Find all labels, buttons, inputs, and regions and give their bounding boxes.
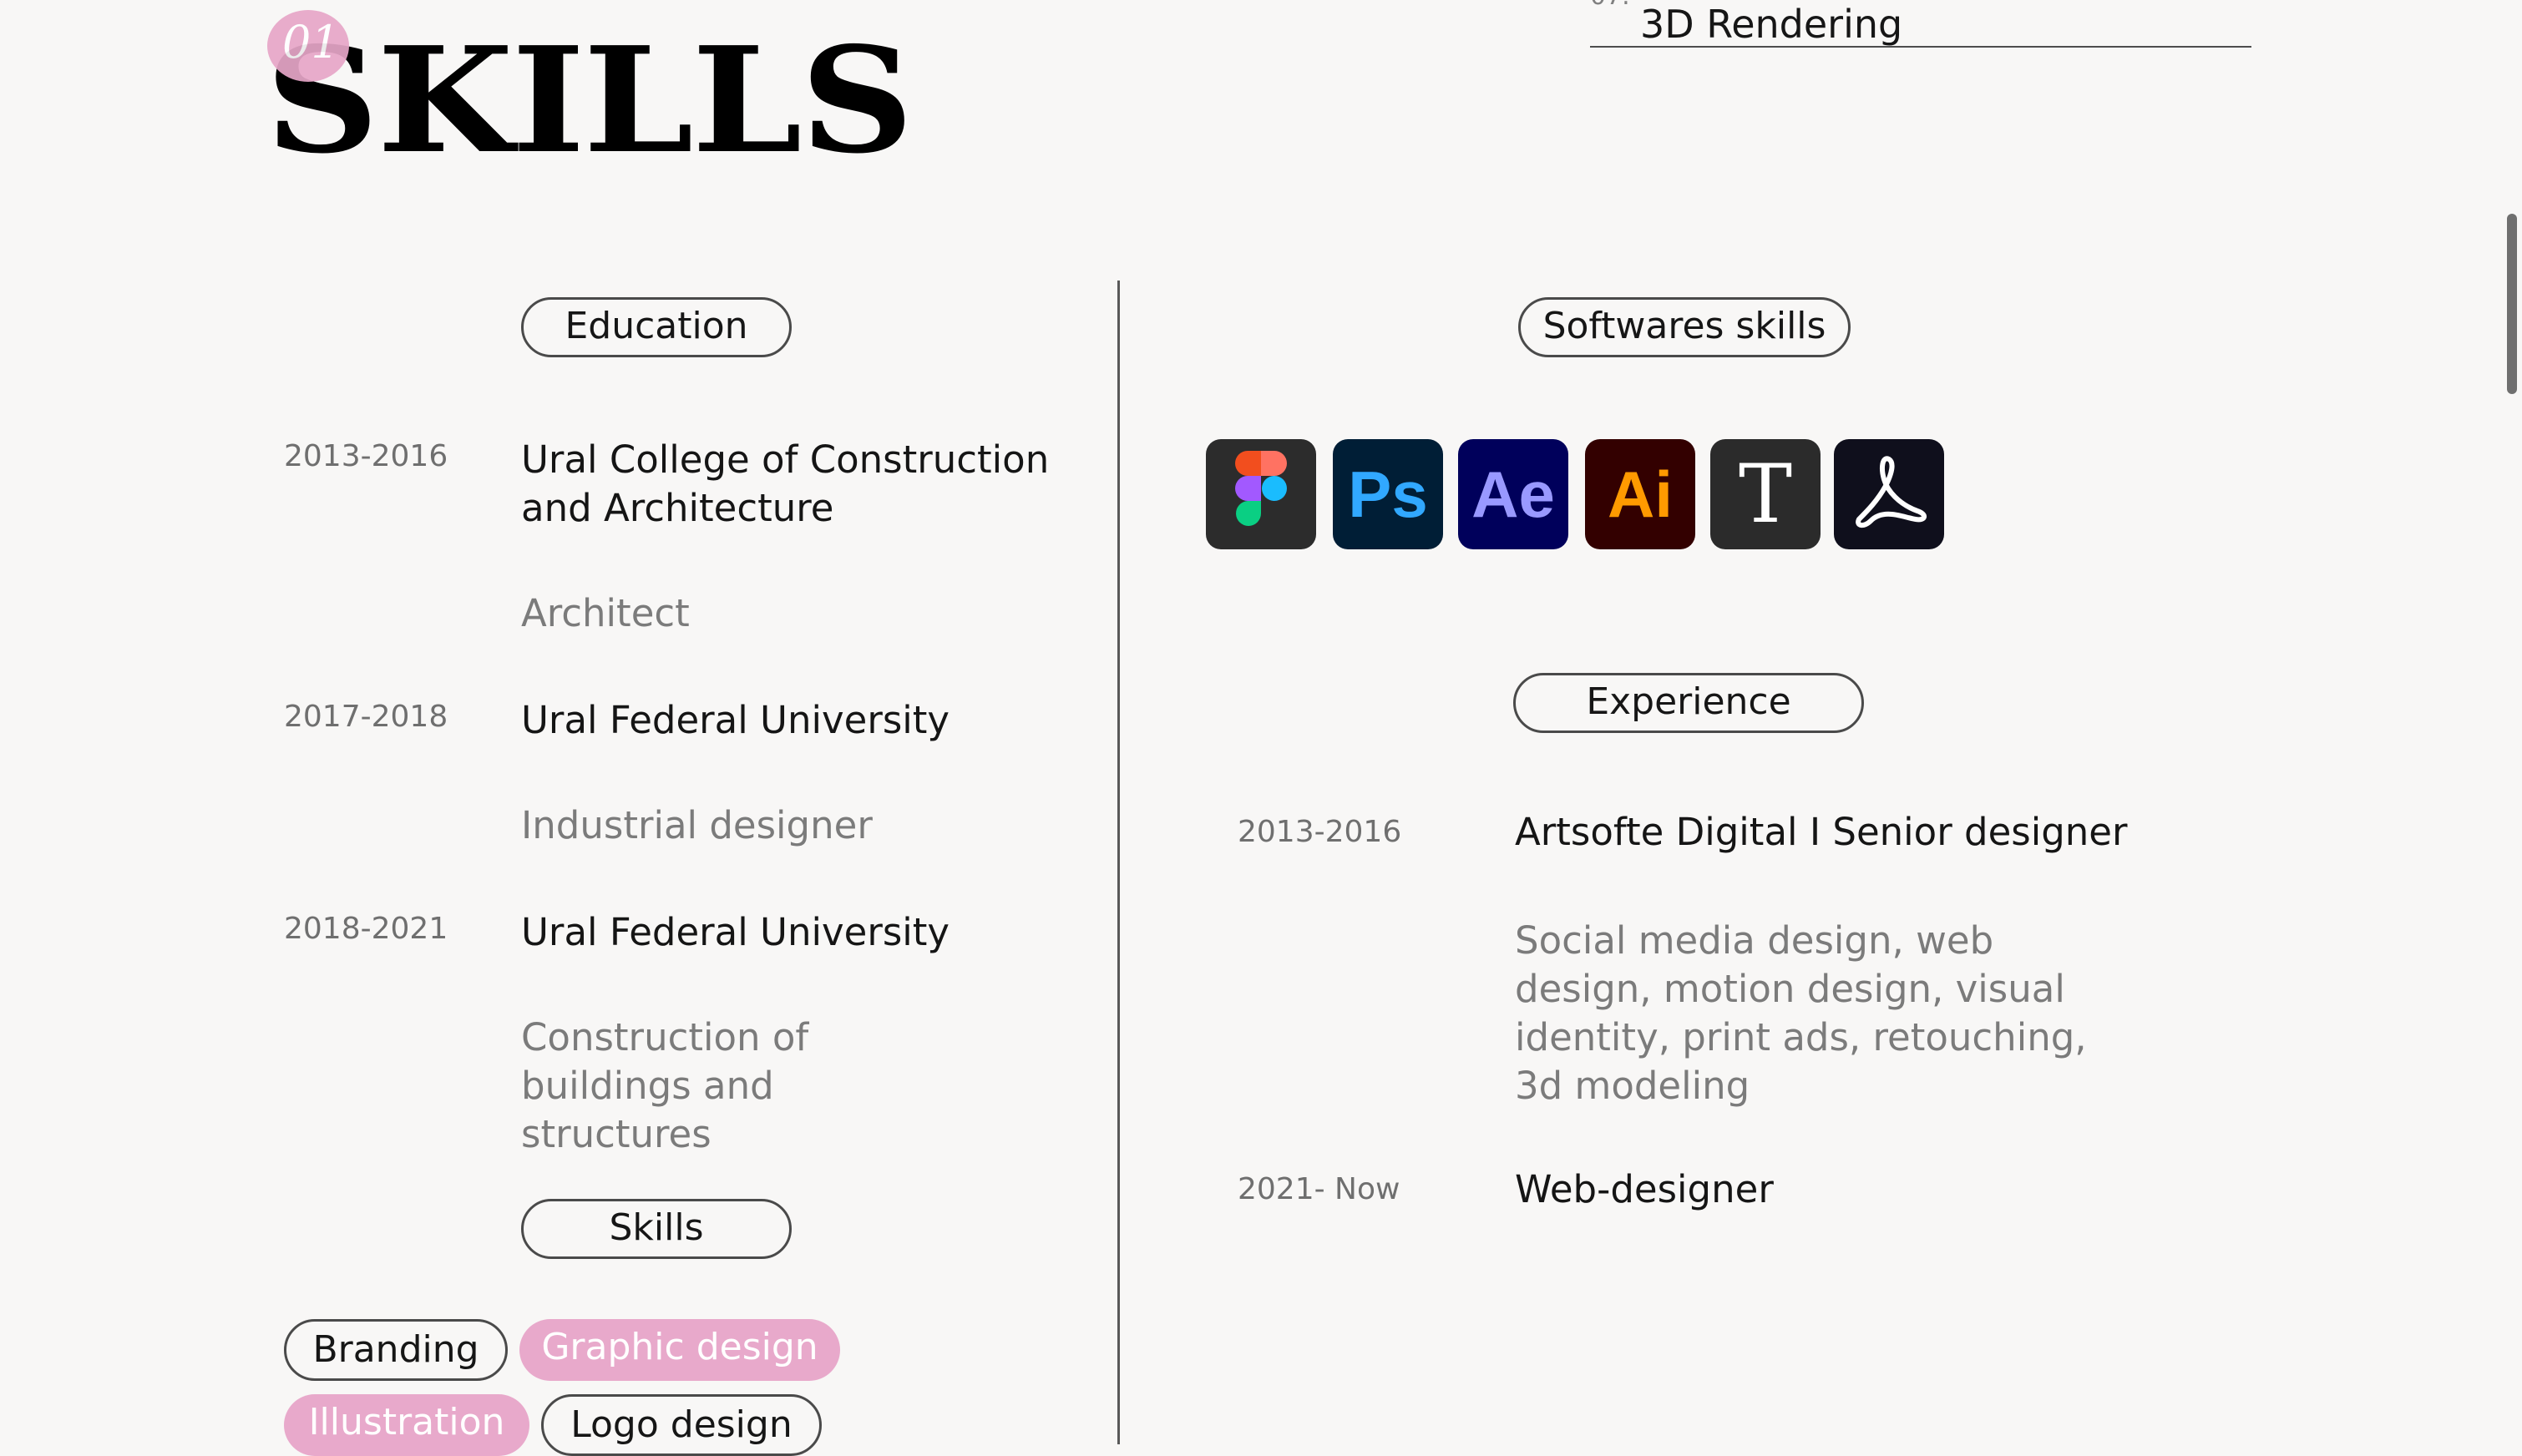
education-school-1: Ural College of Construction and Archite… — [521, 437, 1050, 530]
education-years-3: 2018-2021 — [284, 912, 448, 946]
skill-tag-illustration: Illustration — [284, 1394, 529, 1456]
experience-years-1: 2013-2016 — [1238, 815, 1402, 849]
column-divider — [1117, 281, 1120, 1444]
photoshop-icon-label: Ps — [1348, 457, 1428, 531]
education-label: Education — [521, 297, 792, 357]
experience-title-1: Artsofte Digital I Senior designer — [1515, 810, 2128, 854]
list-item-3d-rendering: 3D Rendering — [1640, 2, 1903, 47]
page-scrollbar[interactable] — [2507, 214, 2517, 394]
education-field-1: Architect — [521, 591, 690, 635]
illustrator-icon: Ai — [1585, 439, 1695, 549]
figma-icon — [1206, 439, 1316, 549]
list-item-divider — [1590, 46, 2251, 48]
experience-title-2: Web-designer — [1515, 1167, 1774, 1211]
skills-label: Skills — [521, 1199, 792, 1259]
education-field-3: Construction of buildings and structures — [521, 1015, 809, 1156]
skill-tag-graphic-design: Graphic design — [519, 1319, 840, 1381]
illustrator-icon-label: Ai — [1608, 457, 1673, 531]
experience-desc-1: Social media design, web design, motion … — [1515, 918, 2087, 1108]
after-effects-icon: Ae — [1458, 439, 1568, 549]
photoshop-icon: Ps — [1333, 439, 1443, 549]
skill-tag-logo-design: Logo design — [541, 1394, 822, 1456]
typora-icon-label: T — [1738, 447, 1793, 541]
education-school-2: Ural Federal University — [521, 698, 950, 742]
acrobat-icon — [1834, 439, 1944, 549]
typora-icon: T — [1710, 439, 1821, 549]
education-field-2: Industrial designer — [521, 803, 873, 847]
software-skills-label: Softwares skills — [1518, 297, 1851, 357]
section-number-badge: 01 — [267, 10, 349, 82]
after-effects-icon-label: Ae — [1471, 457, 1555, 531]
education-years-1: 2013-2016 — [284, 439, 448, 473]
skill-tag-branding: Branding — [284, 1319, 508, 1381]
education-years-2: 2017-2018 — [284, 700, 448, 734]
experience-label: Experience — [1513, 673, 1864, 733]
experience-years-2: 2021- Now — [1238, 1172, 1400, 1206]
education-school-3: Ural Federal University — [521, 910, 950, 954]
section-number: 01 — [282, 16, 340, 68]
list-item-number: 07. — [1590, 0, 1630, 11]
page-title: SKILLS — [266, 16, 914, 186]
